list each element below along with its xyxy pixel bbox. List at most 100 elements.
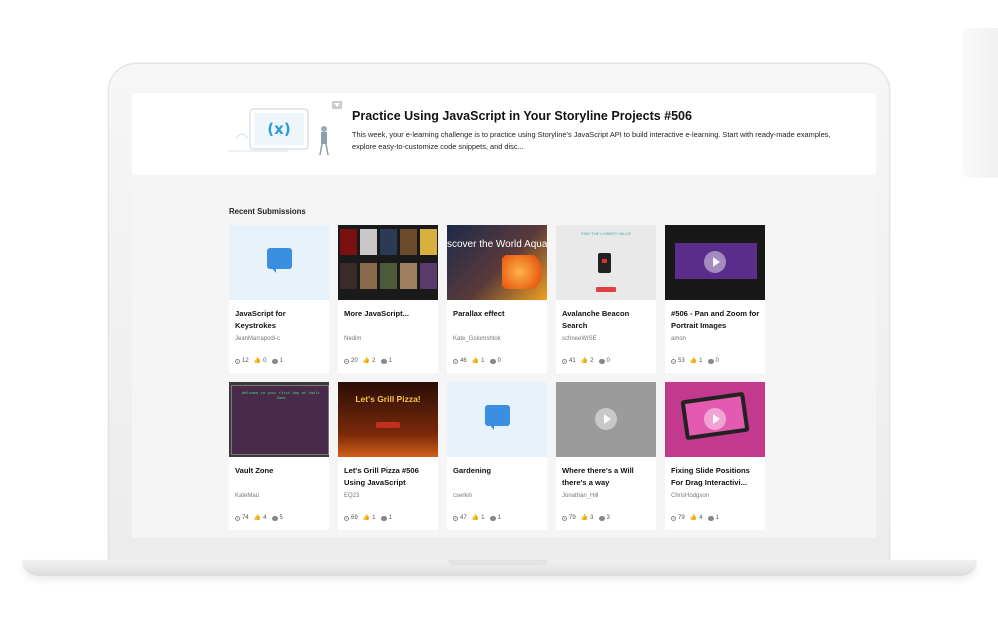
likes-count: 2	[372, 358, 376, 364]
views-count: 12	[242, 358, 249, 364]
card-stats: 12 👍 0 1	[235, 358, 283, 364]
submission-card[interactable]: Gardening cserkin 47 👍 1 1	[447, 382, 547, 530]
card-author: ChrisHodgson	[671, 493, 710, 499]
comments-count: 1	[388, 515, 392, 521]
card-title[interactable]: Gardening	[453, 465, 543, 477]
views-icon	[235, 358, 240, 364]
views-count: 20	[351, 358, 358, 364]
card-title[interactable]: Avalanche Beacon Search	[562, 308, 652, 331]
card-thumbnail[interactable]	[447, 382, 547, 457]
comments-count: 1	[279, 358, 283, 364]
challenge-banner[interactable]: (x) Practice Using JavaScript in Your St…	[132, 93, 876, 175]
card-thumbnail[interactable]	[556, 382, 656, 457]
likes-count: 2	[590, 358, 594, 364]
submission-card[interactable]: Let's Grill Pizza! Let's Grill Pizza #50…	[338, 382, 438, 530]
likes-count: 0	[263, 358, 267, 364]
views-count: 47	[460, 515, 467, 521]
like-icon: 👍	[689, 515, 698, 521]
views-count: 74	[242, 515, 249, 521]
submission-card[interactable]: Fixing Slide Positions For Drag Interact…	[665, 382, 765, 530]
views-icon	[671, 515, 676, 521]
fish-image	[502, 255, 546, 289]
submission-card[interactable]: #506 - Pan and Zoom for Portrait Images …	[665, 225, 765, 373]
card-stats: 47 👍 1 1	[453, 515, 501, 521]
poster-image	[340, 263, 357, 289]
card-title[interactable]: JavaScript for Keystrokes	[235, 308, 325, 331]
card-title[interactable]: #506 - Pan and Zoom for Portrait Images	[671, 308, 761, 331]
card-title[interactable]: More JavaScript...	[344, 308, 434, 320]
play-icon[interactable]	[704, 251, 726, 273]
poster-image	[400, 263, 417, 289]
banner-title[interactable]: Practice Using JavaScript in Your Storyl…	[352, 109, 692, 123]
comment-icon	[380, 515, 387, 521]
card-thumbnail[interactable]	[665, 382, 765, 457]
likes-count: 1	[481, 515, 485, 521]
background-panel	[962, 28, 998, 178]
submission-card[interactable]: scover the World Aquariums Parallax effe…	[447, 225, 547, 373]
card-title[interactable]: Where there's a Will there's a way	[562, 465, 652, 488]
like-icon: 👍	[689, 358, 698, 364]
card-stats: 69 👍 1 1	[344, 515, 392, 521]
views-icon	[453, 515, 458, 521]
card-stats: 41 👍 2 0	[562, 358, 610, 364]
submission-card[interactable]: JavaScript for Keystrokes JeanMarrapodi-…	[229, 225, 329, 373]
likes-count: 1	[372, 515, 376, 521]
poster-image	[400, 229, 417, 255]
card-title[interactable]: Vault Zone	[235, 465, 325, 477]
comment-icon	[598, 515, 605, 521]
likes-count: 3	[590, 515, 594, 521]
comments-count: 1	[388, 358, 392, 364]
submission-card[interactable]: FIND THE LOWEST VALUE Avalanche Beacon S…	[556, 225, 656, 373]
thumbnail-text: FIND THE LOWEST VALUE	[580, 231, 632, 236]
thumbnail-text: Welcome to your first day at Vault Zone	[242, 390, 320, 400]
card-title[interactable]: Let's Grill Pizza #506 Using JavaScript	[344, 465, 434, 488]
comments-count: 3	[606, 515, 610, 521]
card-thumbnail[interactable]: FIND THE LOWEST VALUE	[556, 225, 656, 300]
views-count: 53	[678, 358, 685, 364]
thumbnail-button	[596, 287, 616, 292]
play-icon[interactable]	[595, 408, 617, 430]
card-author: amon	[671, 336, 687, 342]
views-icon	[562, 358, 567, 364]
laptop-screen: (x) Practice Using JavaScript in Your St…	[132, 93, 876, 538]
thumbnail-button	[376, 422, 400, 428]
card-author: JeanMarrapodi-c	[235, 336, 281, 342]
card-thumbnail[interactable]	[665, 225, 765, 300]
card-thumbnail[interactable]: Let's Grill Pizza!	[338, 382, 438, 457]
card-author: Kate_Golomshtok	[453, 336, 501, 342]
submission-card[interactable]: Welcome to your first day at Vault Zone …	[229, 382, 329, 530]
section-title: Recent Submissions	[229, 207, 306, 216]
comments-count: 1	[497, 515, 501, 521]
laptop-notch	[448, 560, 548, 565]
card-stats: 20 👍 2 1	[344, 358, 392, 364]
play-icon[interactable]	[704, 408, 726, 430]
likes-count: 4	[699, 515, 703, 521]
submission-card[interactable]: More JavaScript... Nedim 20 👍 2 1	[338, 225, 438, 373]
submission-card[interactable]: Where there's a Will there's a way Jonat…	[556, 382, 656, 530]
views-count: 69	[351, 515, 358, 521]
poster-image	[360, 229, 377, 255]
card-author: cserkin	[453, 493, 473, 499]
card-thumbnail[interactable]: Welcome to your first day at Vault Zone	[229, 382, 329, 457]
card-title[interactable]: Parallax effect	[453, 308, 543, 320]
likes-count: 4	[263, 515, 267, 521]
chat-bubble-icon	[485, 405, 510, 430]
views-icon	[562, 515, 567, 521]
views-icon	[453, 358, 458, 364]
svg-text:(x): (x)	[267, 120, 290, 138]
card-title[interactable]: Fixing Slide Positions For Drag Interact…	[671, 465, 761, 488]
comment-icon	[707, 358, 714, 364]
views-count: 79	[678, 515, 685, 521]
card-thumbnail[interactable]	[338, 225, 438, 300]
javascript-illustration: (x)	[228, 101, 342, 156]
comment-icon	[489, 358, 496, 364]
views-icon	[671, 358, 676, 364]
card-thumbnail[interactable]: scover the World Aquariums	[447, 225, 547, 300]
poster-image	[340, 229, 357, 255]
views-count: 79	[569, 515, 576, 521]
card-stats: 79 👍 3 3	[562, 515, 610, 521]
comments-count: 1	[715, 515, 719, 521]
views-count: 46	[460, 358, 467, 364]
poster-image	[420, 229, 437, 255]
card-thumbnail[interactable]	[229, 225, 329, 300]
